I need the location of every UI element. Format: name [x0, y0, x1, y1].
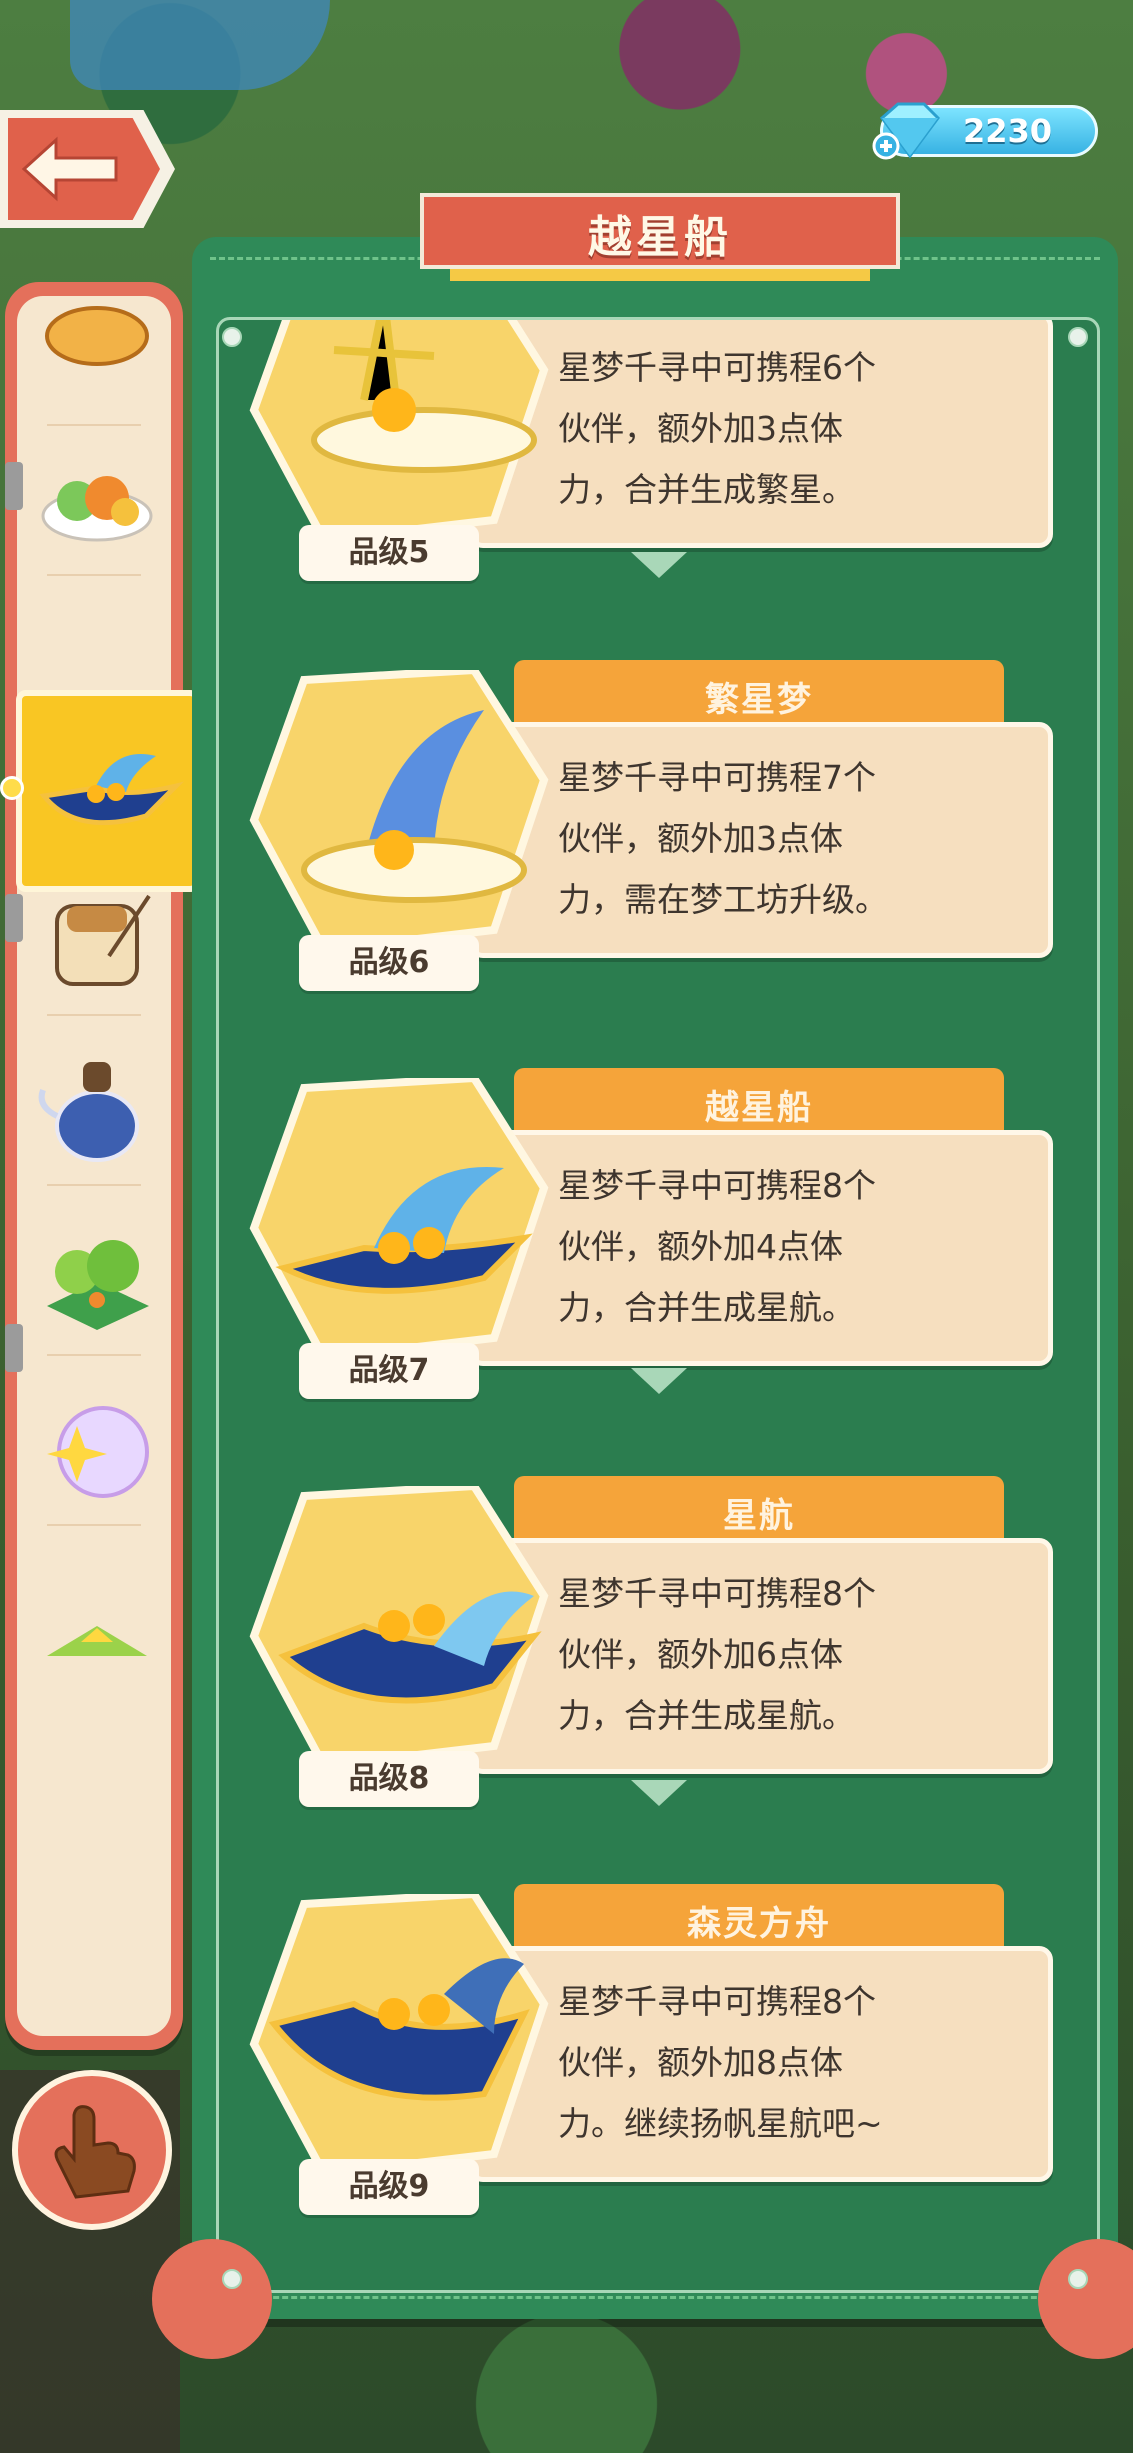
item-grade-label: 品级7: [299, 1343, 479, 1399]
item-description: 星梦千寻中可携程8个 伙伴，额外加6点体 力，合并生成星航。: [558, 1574, 876, 1735]
upgrade-panel: 星梦千寻中可携程6个 伙伴，额外加3点体 力，合并生成繁星。 品级5 繁星梦 星…: [152, 237, 1133, 2359]
item-name-tab: 星航: [514, 1476, 1004, 1546]
list-item: 森灵方舟 星梦千寻中可携程8个 伙伴，额外加8点体 力。继续扬帆星航吧~ 品级9: [219, 1884, 1097, 2215]
category-bubble-star[interactable]: [17, 1376, 171, 1526]
item-name: 繁星梦: [705, 680, 813, 720]
sidebar-tab-knob: [5, 894, 23, 942]
mountain-icon: [47, 1626, 147, 1656]
panel-title-banner: 越星船: [420, 193, 900, 281]
item-description: 星梦千寻中可携程8个 伙伴，额外加4点体 力，合并生成星航。: [558, 1166, 876, 1327]
bubble-star-icon: [47, 1406, 149, 1498]
arrow-down-icon: [631, 1368, 687, 1394]
item-grade-label: 品级8: [299, 1751, 479, 1807]
starship-icon: [39, 754, 185, 826]
item-description: 星梦千寻中可携程6个 伙伴，额外加3点体 力，合并生成繁星。: [558, 348, 876, 509]
item-card: 星梦千寻中可携程6个 伙伴，额外加3点体 力，合并生成繁星。: [469, 320, 1053, 548]
back-arrow-icon: [21, 136, 118, 202]
list-item: 星梦千寻中可携程6个 伙伴，额外加3点体 力，合并生成繁星。 品级5: [219, 320, 1097, 581]
item-name-tab: 越星船: [514, 1068, 1004, 1138]
hand-tool-button[interactable]: [12, 2070, 172, 2230]
category-bread[interactable]: [17, 296, 171, 426]
category-starship-selected[interactable]: [16, 690, 200, 892]
salad-icon: [41, 476, 153, 542]
item-name: 森灵方舟: [687, 1904, 831, 1944]
item-description: 星梦千寻中可携程8个 伙伴，额外加8点体 力。继续扬帆星航吧~: [558, 1982, 883, 2143]
item-description: 星梦千寻中可携程7个 伙伴，额外加3点体 力，需在梦工坊升级。: [558, 758, 888, 919]
item-name: 星航: [723, 1496, 795, 1536]
item-name: 越星船: [705, 1088, 813, 1128]
panel-corner-decoration: [152, 2239, 272, 2359]
item-grade-label: 品级9: [299, 2159, 479, 2215]
arrow-down-icon: [631, 552, 687, 578]
item-name-tab: 繁星梦: [514, 660, 1004, 730]
starship-grade9-icon: [249, 1894, 549, 2179]
sidebar-tab-knob: [5, 462, 23, 510]
panel-screw: [1068, 327, 1088, 347]
starship-grade7-icon: [249, 1078, 549, 1363]
starship-grade8-icon: [249, 1486, 549, 1771]
starship-grade6-icon: [249, 670, 549, 955]
starship-grade5-icon: [249, 320, 549, 545]
back-button[interactable]: [0, 110, 175, 228]
item-grade-label: 品级6: [299, 935, 479, 991]
teapot-icon: [38, 1062, 139, 1162]
panel-screw: [222, 327, 242, 347]
panel-screw: [222, 2269, 242, 2289]
item-card: 星梦千寻中可携程8个 伙伴，额外加8点体 力。继续扬帆星航吧~: [469, 1946, 1053, 2182]
forest-icon: [47, 1240, 149, 1330]
list-item: 繁星梦 星梦千寻中可携程7个 伙伴，额外加3点体 力，需在梦工坊升级。 品级6: [219, 660, 1097, 991]
panel-screw: [1068, 2269, 1088, 2289]
category-teapot[interactable]: [17, 1036, 171, 1186]
arrow-down-icon: [631, 1780, 687, 1806]
list-item: 越星船 星梦千寻中可携程8个 伙伴，额外加4点体 力，合并生成星航。 品级7: [219, 1068, 1097, 1399]
category-mountain[interactable]: [17, 1536, 171, 1686]
item-grade-label: 品级5: [299, 525, 479, 581]
selected-indicator-dot: [0, 776, 24, 800]
item-card: 星梦千寻中可携程8个 伙伴，额外加6点体 力，合并生成星航。: [469, 1538, 1053, 1774]
gem-amount: 2230: [963, 112, 1053, 150]
bread-icon: [45, 306, 149, 366]
upgrade-list: 星梦千寻中可携程6个 伙伴，额外加3点体 力，合并生成繁星。 品级5 繁星梦 星…: [219, 320, 1097, 2290]
item-list-container[interactable]: 星梦千寻中可携程6个 伙伴，额外加3点体 力，合并生成繁星。 品级5 繁星梦 星…: [216, 317, 1100, 2293]
category-forest[interactable]: [17, 1206, 171, 1356]
hand-pointer-icon: [54, 2105, 136, 2199]
category-sidebar: [5, 282, 183, 2050]
item-name-tab: 森灵方舟: [514, 1884, 1004, 1954]
category-salad[interactable]: [17, 426, 171, 576]
list-item: 星航 星梦千寻中可携程8个 伙伴，额外加6点体 力，合并生成星航。 品级8: [219, 1476, 1097, 1807]
item-card: 星梦千寻中可携程8个 伙伴，额外加4点体 力，合并生成星航。: [469, 1130, 1053, 1366]
backpack-icon: [55, 894, 151, 986]
panel-title: 越星船: [588, 212, 732, 263]
gem-icon: [872, 102, 940, 160]
sidebar-tab-knob: [5, 1324, 23, 1372]
item-card: 星梦千寻中可携程7个 伙伴，额外加3点体 力，需在梦工坊升级。: [469, 722, 1053, 958]
